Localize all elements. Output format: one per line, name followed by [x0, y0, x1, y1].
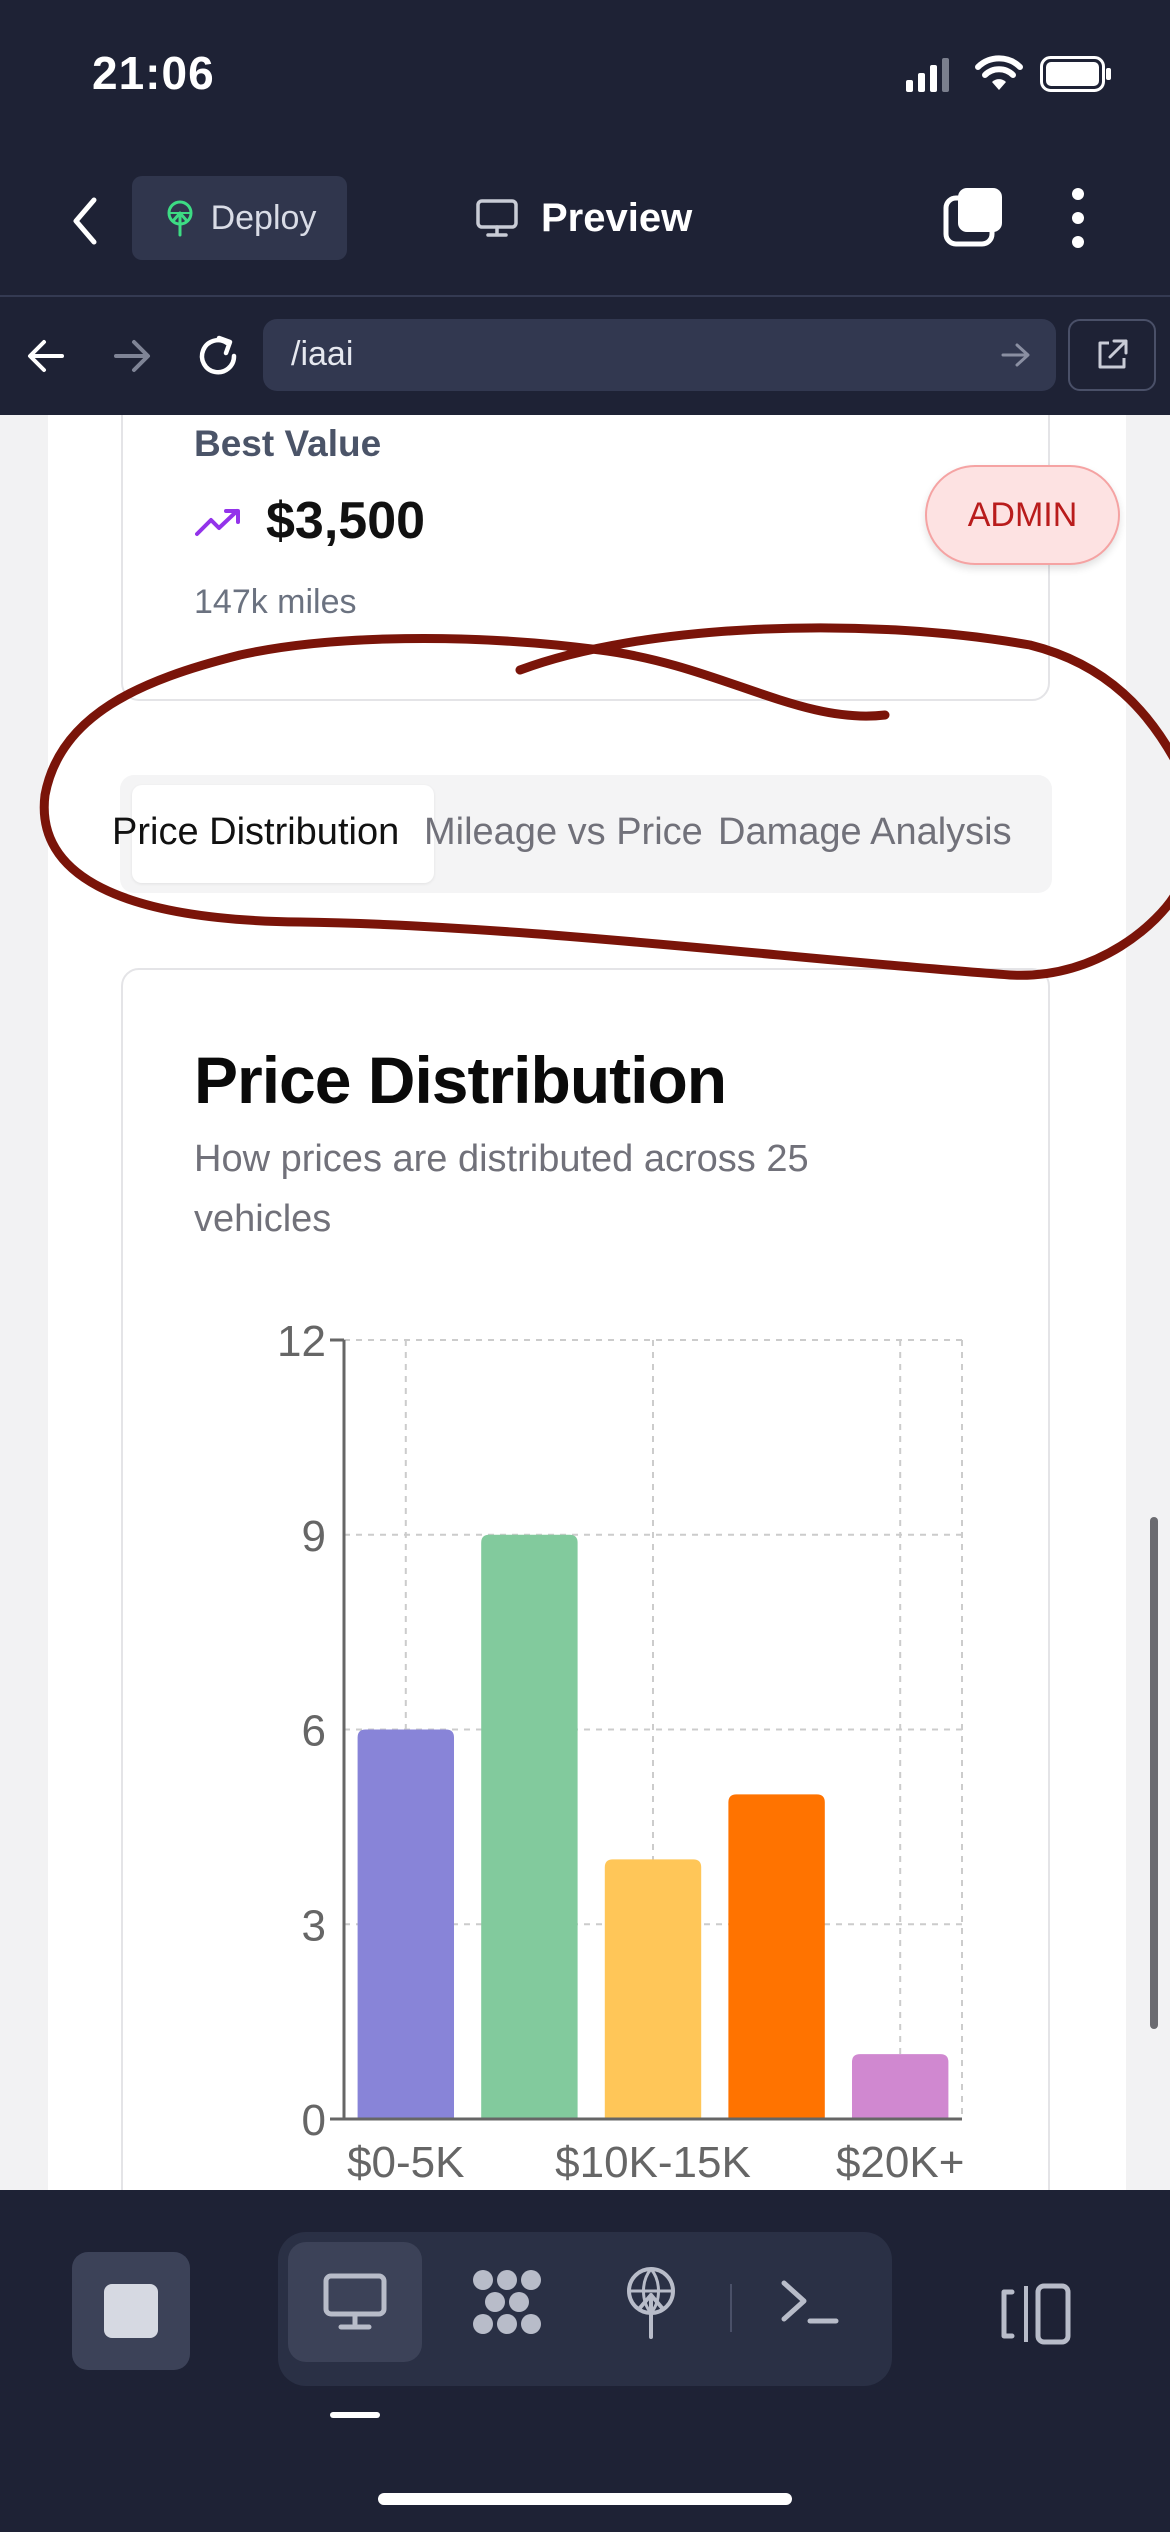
- console-view-button[interactable]: [742, 2242, 876, 2362]
- deploy-icon: [167, 200, 193, 237]
- terminal-icon: [781, 2280, 839, 2324]
- y-tick-label: 9: [302, 1512, 326, 1561]
- battery-icon: [1040, 56, 1111, 92]
- bar-$10K-15K: [604, 1859, 702, 2119]
- split-view-icon[interactable]: [1000, 2282, 1072, 2346]
- stop-button[interactable]: [72, 2252, 190, 2370]
- active-view-indicator: [330, 2412, 380, 2418]
- arrow-right-icon[interactable]: [112, 336, 152, 376]
- go-arrow-icon[interactable]: [1001, 341, 1031, 369]
- web-content: Best Value $3,500 147k miles Price Distr…: [0, 415, 1170, 2190]
- home-indicator: [378, 2493, 792, 2505]
- status-time: 21:06: [92, 47, 215, 99]
- bar-$5K-10K: [481, 1534, 578, 2119]
- open-external-button[interactable]: [1068, 319, 1156, 391]
- deploy-view-button[interactable]: [584, 2242, 718, 2362]
- deploy-button[interactable]: Deploy: [132, 176, 347, 260]
- x-tick-label: $0-5K: [347, 2138, 464, 2187]
- preview-title-text: Preview: [541, 195, 693, 240]
- external-link-icon: [1098, 339, 1128, 369]
- status-bar: 21:06: [0, 0, 1170, 150]
- bottom-toolbar: [0, 2190, 1170, 2532]
- signal-icon: [906, 58, 949, 92]
- price-distribution-chart: 0 3 6 9 12 $0-5K $10K-15K $20K+: [277, 1317, 964, 2187]
- deploy-icon: [627, 2267, 675, 2339]
- chevron-left-icon[interactable]: [68, 196, 102, 246]
- y-tick-label: 12: [277, 1317, 326, 1366]
- monitor-icon: [476, 199, 518, 237]
- toolbar-divider: [730, 2284, 732, 2332]
- bar-$15K-20K: [728, 1794, 825, 2119]
- preview-title: Preview: [475, 182, 692, 254]
- x-tick-label: $10K-15K: [555, 2138, 751, 2187]
- workflow-view-button[interactable]: [440, 2242, 574, 2362]
- view-switcher: [278, 2232, 892, 2386]
- bar-$0-5K: [357, 1729, 455, 2119]
- annotation-scribble: [39, 623, 1170, 980]
- stop-icon: [104, 2284, 158, 2338]
- monitor-icon: [323, 2273, 387, 2330]
- bar-$20K+: [851, 2054, 949, 2119]
- deploy-label: Deploy: [210, 198, 317, 237]
- arrow-left-icon[interactable]: [26, 336, 66, 376]
- y-tick-label: 3: [302, 1901, 326, 1950]
- price-distribution-card: Price Distribution How prices are distri…: [121, 968, 1050, 2190]
- nodes-icon: [473, 2270, 541, 2334]
- url-input[interactable]: /iaai: [263, 319, 1056, 391]
- preview-view-button[interactable]: [288, 2242, 422, 2362]
- wifi-icon: [975, 55, 1023, 90]
- y-tick-label: 0: [302, 2096, 326, 2145]
- tabs-icon[interactable]: [942, 184, 1006, 248]
- x-tick-label: $20K+: [836, 2138, 964, 2187]
- scrollbar[interactable]: [1150, 1517, 1158, 2029]
- y-tick-label: 6: [302, 1707, 326, 1756]
- url-text: /iaai: [291, 335, 354, 373]
- more-vertical-icon[interactable]: [1068, 186, 1088, 250]
- reload-icon[interactable]: [194, 332, 242, 380]
